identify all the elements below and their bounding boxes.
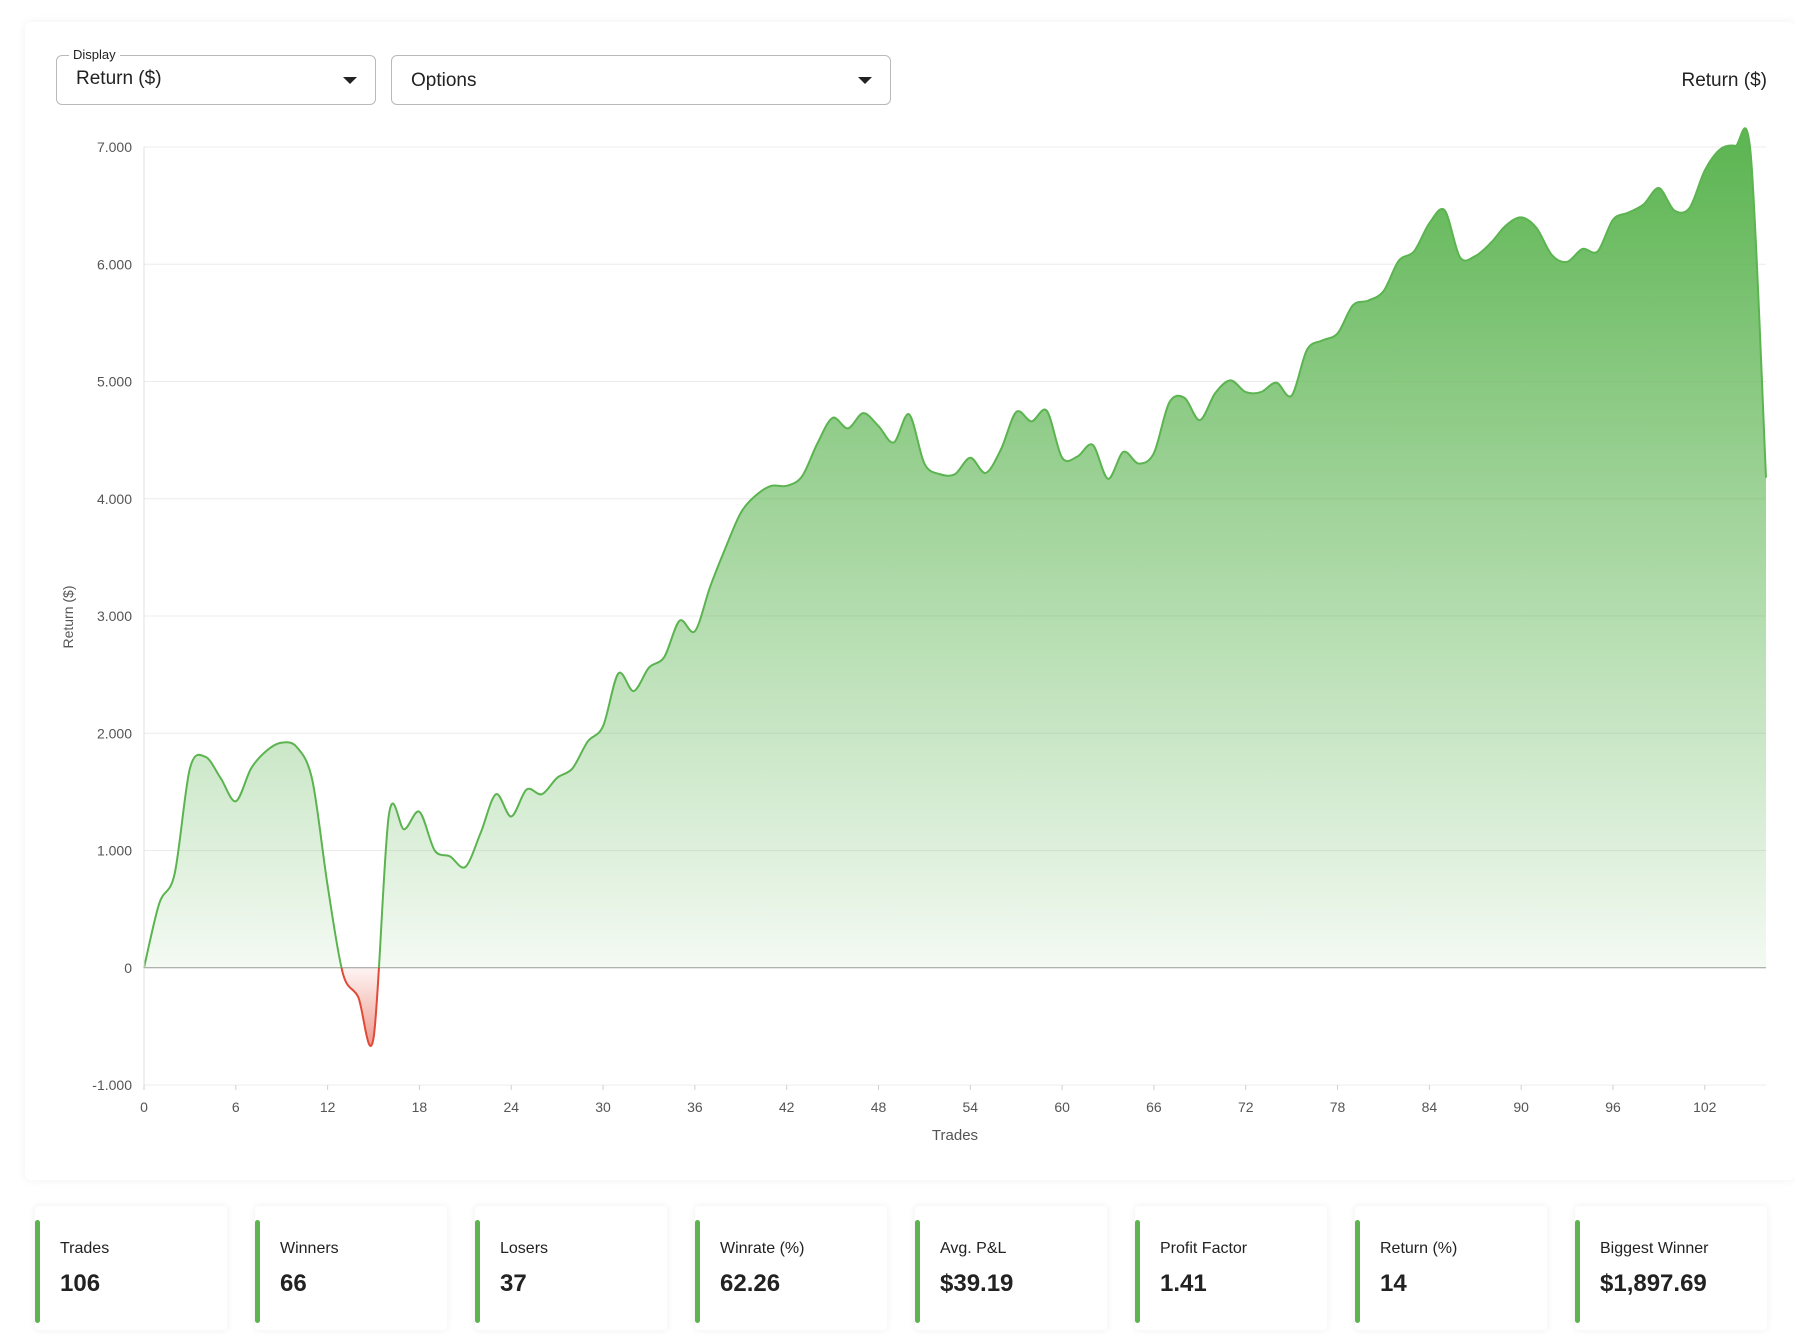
stat-accent-bar xyxy=(695,1220,700,1323)
x-tick-label: 48 xyxy=(871,1099,887,1115)
x-tick-label: 60 xyxy=(1054,1099,1070,1115)
stat-value: 66 xyxy=(280,1270,307,1298)
stat-card: Return (%) 14 xyxy=(1355,1206,1547,1330)
y-tick-label: 1.000 xyxy=(97,843,132,859)
x-tick-label: 54 xyxy=(963,1099,979,1115)
stat-accent-bar xyxy=(915,1220,920,1323)
stat-card: Winrate (%) 62.26 xyxy=(695,1206,887,1330)
stat-label: Winners xyxy=(280,1240,339,1258)
y-tick-label: 6.000 xyxy=(97,256,132,272)
stat-value: 106 xyxy=(60,1270,100,1298)
positive-area xyxy=(144,128,1766,1046)
y-tick-label: 3.000 xyxy=(97,608,132,624)
stat-value: $39.19 xyxy=(940,1270,1013,1298)
x-tick-label: 30 xyxy=(595,1099,611,1115)
stat-value: 62.26 xyxy=(720,1270,780,1298)
y-tick-label: 0 xyxy=(124,960,132,976)
x-tick-label: 24 xyxy=(503,1099,519,1115)
x-tick-label: 72 xyxy=(1238,1099,1254,1115)
stat-label: Trades xyxy=(60,1240,109,1258)
stat-value: 1.41 xyxy=(1160,1270,1207,1298)
x-tick-label: 6 xyxy=(232,1099,240,1115)
stat-label: Return (%) xyxy=(1380,1240,1457,1258)
stat-label: Biggest Winner xyxy=(1600,1240,1709,1258)
stat-card: Avg. P&L $39.19 xyxy=(915,1206,1107,1330)
stat-card: Profit Factor 1.41 xyxy=(1135,1206,1327,1330)
x-tick-label: 36 xyxy=(687,1099,703,1115)
y-tick-label: 5.000 xyxy=(97,374,132,390)
y-tick-label: 2.000 xyxy=(97,725,132,741)
x-tick-label: 66 xyxy=(1146,1099,1162,1115)
x-axis-label: Trades xyxy=(932,1127,978,1144)
stat-accent-bar xyxy=(1355,1220,1360,1323)
y-tick-label: -1.000 xyxy=(92,1077,132,1093)
x-tick-label: 78 xyxy=(1330,1099,1346,1115)
x-tick-label: 12 xyxy=(320,1099,336,1115)
x-tick-label: 42 xyxy=(779,1099,795,1115)
x-tick-label: 18 xyxy=(412,1099,428,1115)
stats-row: Trades 106 Winners 66 Losers 37 Winrate (%) 62.… xyxy=(35,1206,1765,1330)
stat-accent-bar xyxy=(475,1220,480,1323)
x-tick-label: 84 xyxy=(1422,1099,1438,1115)
stat-label: Avg. P&L xyxy=(940,1240,1006,1258)
stat-value: 37 xyxy=(500,1270,527,1298)
stat-card: Trades 106 xyxy=(35,1206,227,1330)
return-chart: -1.000 0 1.000 2.000 3.000 4.000 5.000 6.000 7.0… xyxy=(0,0,1795,1180)
stat-label: Profit Factor xyxy=(1160,1240,1247,1258)
x-tick-label: 90 xyxy=(1513,1099,1529,1115)
stat-card: Biggest Winner $1,897.69 xyxy=(1575,1206,1767,1330)
x-tick-label: 102 xyxy=(1693,1099,1717,1115)
stat-card: Winners 66 xyxy=(255,1206,447,1330)
x-tick-label: 96 xyxy=(1605,1099,1621,1115)
stat-value: $1,897.69 xyxy=(1600,1270,1707,1298)
stat-value: 14 xyxy=(1380,1270,1407,1298)
stat-accent-bar xyxy=(35,1220,40,1323)
y-tick-label: 7.000 xyxy=(97,139,132,155)
stat-accent-bar xyxy=(1575,1220,1580,1323)
stat-card: Losers 37 xyxy=(475,1206,667,1330)
stat-label: Losers xyxy=(500,1240,548,1258)
stat-accent-bar xyxy=(255,1220,260,1323)
y-axis-label: Return ($) xyxy=(60,585,76,648)
stat-accent-bar xyxy=(1135,1220,1140,1323)
x-tick-label: 0 xyxy=(140,1099,148,1115)
y-tick-label: 4.000 xyxy=(97,491,132,507)
stat-label: Winrate (%) xyxy=(720,1240,804,1258)
